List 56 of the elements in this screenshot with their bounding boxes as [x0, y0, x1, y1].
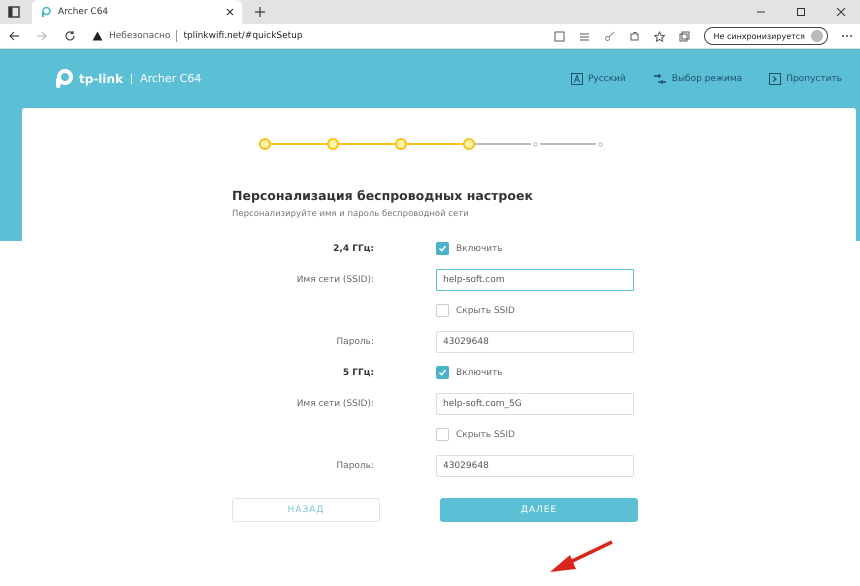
- hide-ssid-checkbox[interactable]: [436, 428, 449, 441]
- warning-icon: [92, 31, 103, 41]
- field-label: Пароль:: [335, 336, 374, 346]
- address-field[interactable]: Небезопасно tplinkwifi.net/#quickSetup: [92, 30, 538, 42]
- section-subtitle: Персонализируйте имя и пароль беспроводной сети: [232, 209, 470, 219]
- tp-link-icon: [40, 6, 52, 18]
- maximize-icon[interactable]: [796, 7, 806, 17]
- tab-actions-icon[interactable]: [8, 6, 20, 18]
- key-icon[interactable]: [604, 30, 616, 42]
- checkbox-label: Включить: [456, 244, 503, 254]
- band-label: 5 ГГц:: [342, 368, 374, 378]
- header-link[interactable]: Пропустить: [769, 72, 842, 84]
- field-label: Имя сети (SSID):: [296, 398, 374, 408]
- check-icon: [438, 368, 447, 377]
- close-icon[interactable]: [836, 7, 846, 17]
- new-tab-icon[interactable]: [254, 6, 266, 18]
- url-text: tplinkwifi.net/#quickSetup: [183, 31, 303, 41]
- reader-icon[interactable]: [554, 30, 566, 42]
- progress-line: [339, 143, 395, 145]
- password-field[interactable]: 43029648: [436, 330, 634, 352]
- ssid-field[interactable]: help-soft.com: [436, 268, 634, 290]
- star-icon[interactable]: [654, 30, 666, 42]
- tab-title: Archer C64: [58, 7, 110, 17]
- field-label: Пароль:: [335, 460, 374, 470]
- section-title: Персонализация беспроводных настроек: [232, 188, 534, 203]
- header-link[interactable]: Выбор режима: [652, 74, 742, 84]
- hide-ssid-checkbox[interactable]: [436, 304, 449, 317]
- collections-icon[interactable]: [679, 30, 690, 42]
- check-icon: [438, 244, 447, 253]
- enable-checkbox[interactable]: [436, 242, 449, 255]
- language-icon: [570, 72, 583, 84]
- progress-line: [540, 143, 596, 145]
- sync-button[interactable]: Не синхронизируется: [704, 27, 828, 45]
- brand-name: tp-link: [79, 72, 124, 86]
- header-link[interactable]: Русский: [570, 72, 626, 84]
- checkbox-label: Скрыть SSID: [456, 430, 515, 440]
- security-label: Небезопасно: [109, 31, 170, 41]
- progress-line: [475, 143, 531, 145]
- ssid-field[interactable]: help-soft.com_5G: [436, 392, 634, 414]
- progress-line: [407, 143, 463, 145]
- checkbox-label: Скрыть SSID: [456, 306, 515, 316]
- extension-icon[interactable]: [629, 30, 640, 42]
- close-icon[interactable]: [226, 8, 234, 16]
- password-field[interactable]: 43029648: [436, 454, 634, 476]
- refresh-icon[interactable]: [64, 30, 76, 42]
- sliders-icon: [652, 74, 667, 84]
- enable-checkbox[interactable]: [436, 366, 449, 379]
- grid-icon[interactable]: [579, 30, 590, 42]
- browser-tab[interactable]: Archer C64: [32, 0, 242, 24]
- field-label: Имя сети (SSID):: [296, 274, 374, 284]
- model-name: Archer C64: [140, 72, 202, 85]
- skip-icon: [769, 72, 782, 84]
- back-icon[interactable]: [8, 30, 20, 42]
- checkbox-label: Включить: [456, 368, 503, 378]
- band-label: 2,4 ГГц:: [332, 244, 374, 254]
- progress-line: [271, 143, 327, 145]
